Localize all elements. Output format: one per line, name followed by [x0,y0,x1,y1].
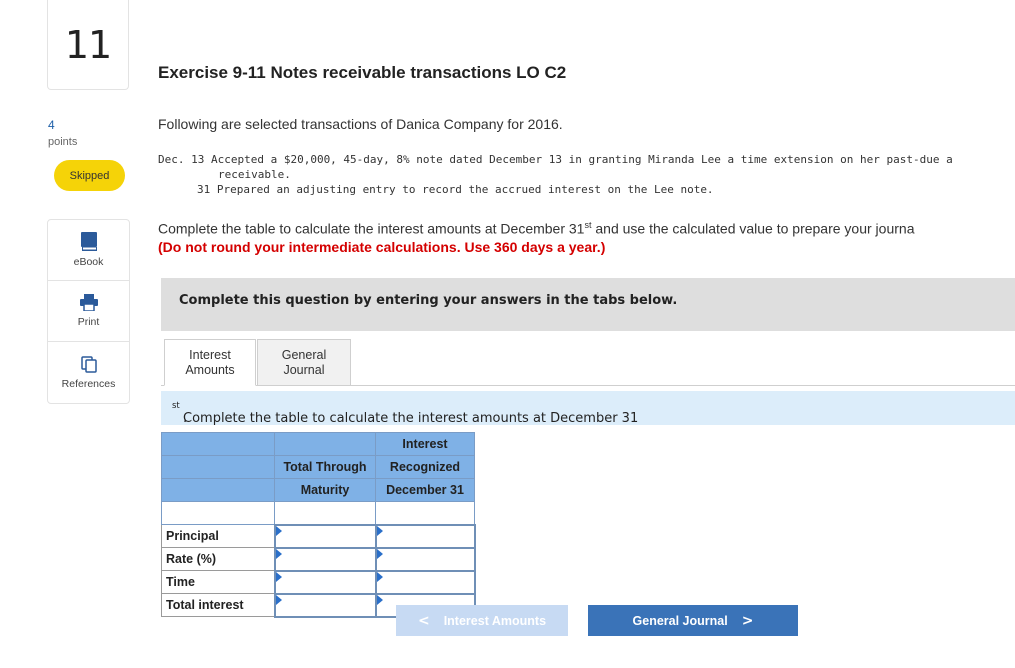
row-label-time: Time [161,570,275,594]
ebook-label: eBook [73,256,104,268]
input-marker-icon [275,525,282,536]
rate-total-input-cell[interactable] [273,546,377,572]
tab-divider [161,385,1015,386]
question-banner-text: Complete this question by entering your … [179,293,678,308]
input-marker-icon [376,594,383,605]
time-recognized-input[interactable] [376,572,474,592]
header-cell: December 31 [375,478,475,502]
principal-recognized-input[interactable] [376,526,474,546]
interest-table: Interest Total Through Recognized Maturi… [161,432,476,618]
row-label-principal: Principal [161,524,275,548]
chevron-right-icon: > [741,612,754,629]
principal-total-input[interactable] [275,526,375,546]
points-value: 4 [48,118,55,132]
instruction-warning: (Do not round your intermediate calculat… [158,239,606,255]
table-row: Principal [161,523,476,549]
printer-icon [79,294,98,311]
input-marker-icon [376,548,383,559]
header-cell [161,455,275,479]
input-marker-icon [275,548,282,559]
input-marker-icon [376,571,383,582]
input-marker-icon [376,525,383,536]
book-icon [80,232,97,251]
status-badge: Skipped [54,160,125,191]
input-marker-icon [275,571,282,582]
references-label: References [61,377,116,390]
total-interest-total-input[interactable] [275,595,375,615]
time-recognized-input-cell[interactable] [374,569,476,595]
sidebar-tools: eBook Print References [47,219,130,404]
transaction-line-1: Dec. 13 Accepted a $20,000, 45-day, 8% n… [158,153,953,166]
prev-tab-button[interactable]: < Interest Amounts [396,605,568,636]
row-label-rate: Rate (%) [161,547,275,571]
transaction-line-1-cont: receivable. [218,168,291,181]
input-marker-icon [275,594,282,605]
row-label-total-interest: Total interest [161,593,275,617]
table-row: Time [161,569,476,595]
instruction-text: Complete the table to calculate the inte… [158,220,915,237]
rate-recognized-input[interactable] [376,549,474,569]
exercise-intro: Following are selected transactions of D… [158,116,563,132]
prev-tab-label: Interest Amounts [443,613,547,628]
rate-total-input[interactable] [275,549,375,569]
rate-recognized-input-cell[interactable] [374,546,476,572]
tab-instruction-banner: Complete the table to calculate the inte… [161,391,1015,426]
print-button[interactable]: Print [48,281,129,342]
header-cell: Interest [375,432,475,456]
header-cell: Total Through [274,455,376,479]
references-button[interactable]: References [48,342,129,403]
print-label: Print [77,316,100,328]
header-cell [161,478,275,502]
principal-recognized-input-cell[interactable] [374,523,476,549]
next-tab-button[interactable]: General Journal > [588,605,798,636]
principal-total-input-cell[interactable] [273,523,377,549]
question-banner: Complete this question by entering your … [161,278,1015,331]
question-number-box: 11 [47,0,129,90]
header-cell: Maturity [274,478,376,502]
time-total-input[interactable] [275,572,375,592]
table-row: Rate (%) [161,546,476,572]
question-number: 11 [64,22,112,67]
chevron-left-icon: < [417,612,430,629]
tab-interest-amounts[interactable]: Interest Amounts [164,339,256,386]
exercise-title: Exercise 9-11 Notes receivable transacti… [158,63,567,82]
header-cell [161,432,275,456]
ebook-button[interactable]: eBook [48,220,129,281]
points-label: points [48,136,78,148]
header-cell [274,432,376,456]
header-cell: Recognized [375,455,475,479]
tab-instruction-text: Complete the table to calculate the inte… [172,401,639,426]
next-tab-label: General Journal [632,613,728,628]
total-interest-total-input-cell[interactable] [273,592,377,618]
references-icon [80,355,97,373]
time-total-input-cell[interactable] [273,569,377,595]
transaction-line-2: 31 Prepared an adjusting entry to record… [197,183,714,196]
tab-general-journal[interactable]: General Journal [257,339,351,386]
